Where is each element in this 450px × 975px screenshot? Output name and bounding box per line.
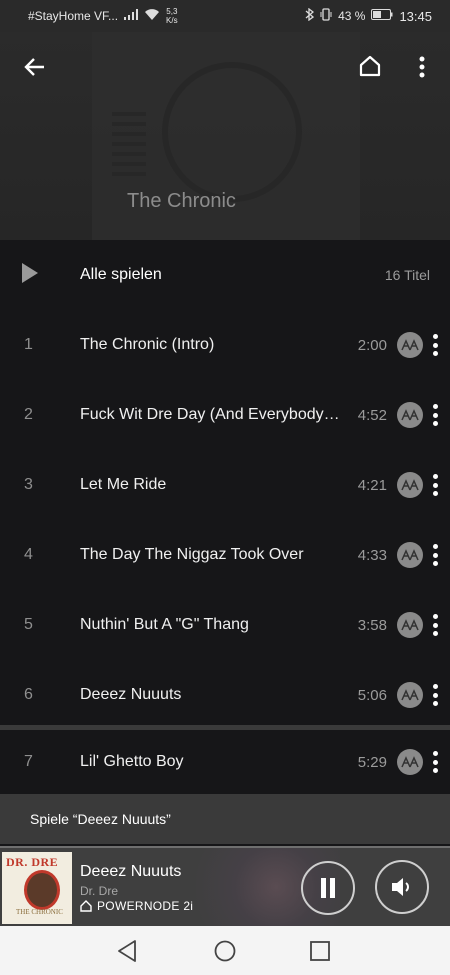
track-menu-button[interactable] (430, 544, 440, 566)
track-title: Fuck Wit Dre Day (And Everybody's... (80, 406, 342, 423)
network-speed-value: 5,3 (166, 7, 178, 16)
battery-percent: 43 % (338, 9, 366, 23)
wifi-icon (144, 8, 160, 24)
clock: 13:45 (399, 8, 432, 24)
status-bar: #StayHome VF... 5,3 K/s 43 % 13:45 (0, 0, 450, 32)
track-duration: 4:52 (357, 406, 387, 424)
home-icon (80, 900, 92, 912)
track-duration: 5:29 (357, 753, 387, 771)
network-speed-unit: K/s (166, 16, 178, 25)
now-playing-album-art[interactable]: DR. DRE THE CHRONIC (2, 852, 72, 924)
quality-badge-icon (397, 332, 423, 358)
quality-badge-icon (397, 749, 423, 775)
track-number: 6 (24, 686, 33, 703)
toast-text: Spiele “Deeez Nuuuts” (30, 811, 171, 827)
play-all-label: Alle spielen (80, 266, 162, 283)
back-arrow-icon (24, 58, 44, 76)
track-row[interactable]: 1 The Chronic (Intro) 2:00 (0, 310, 450, 380)
now-playing-device[interactable]: POWERNODE 2i (80, 899, 193, 913)
album-art-logo: DR. DRE (6, 855, 59, 869)
volume-icon (392, 878, 409, 896)
network-speed: 5,3 K/s (166, 7, 178, 25)
bluetooth-icon (305, 7, 315, 24)
volume-button[interactable] (375, 860, 429, 914)
track-menu-button[interactable] (430, 751, 440, 773)
home-button[interactable] (355, 51, 385, 81)
quality-badge-icon (397, 472, 423, 498)
quality-badge-icon (397, 682, 423, 708)
recents-nav-icon[interactable] (310, 941, 330, 966)
quality-badge-icon (397, 542, 423, 568)
now-playing-artist: Dr. Dre (80, 884, 119, 898)
track-menu-button[interactable] (430, 614, 440, 636)
track-number: 7 (24, 753, 33, 770)
more-vert-icon (419, 56, 425, 78)
track-duration: 4:33 (357, 546, 387, 564)
device-name: POWERNODE 2i (97, 899, 194, 913)
track-number: 3 (24, 476, 33, 493)
track-menu-button[interactable] (430, 404, 440, 426)
track-row[interactable]: 2 Fuck Wit Dre Day (And Everybody's... 4… (0, 380, 450, 450)
album-title: The Chronic (127, 190, 236, 212)
quality-badge-icon (397, 402, 423, 428)
pause-icon (321, 878, 335, 898)
pause-button[interactable] (301, 861, 355, 915)
signal-icon (124, 9, 139, 23)
quality-badge-icon (397, 612, 423, 638)
track-menu-button[interactable] (430, 684, 440, 706)
track-count: 16 Titel (384, 267, 430, 283)
album-art-subtitle: THE CHRONIC (16, 908, 63, 916)
track-number: 5 (24, 616, 33, 633)
track-title: Let Me Ride (80, 476, 167, 493)
track-title: Deeez Nuuuts (80, 686, 182, 703)
track-row[interactable]: 5 Nuthin' But A "G" Thang 3:58 (0, 590, 450, 660)
playback-toast: Spiele “Deeez Nuuuts” (0, 794, 450, 844)
home-icon (359, 55, 381, 77)
back-button[interactable] (20, 52, 50, 82)
system-navigation-bar (0, 926, 450, 975)
vibrate-icon (320, 8, 332, 24)
play-icon (22, 262, 38, 288)
track-title: The Day The Niggaz Took Over (80, 546, 304, 563)
track-duration: 2:00 (357, 336, 387, 354)
track-title: The Chronic (Intro) (80, 336, 215, 353)
track-duration: 5:06 (357, 686, 387, 704)
track-number: 2 (24, 406, 33, 423)
track-row[interactable]: 7 Lil' Ghetto Boy 5:29 (0, 730, 450, 794)
now-playing-title: Deeez Nuuuts (80, 863, 182, 880)
track-number: 1 (24, 336, 33, 353)
track-menu-button[interactable] (430, 334, 440, 356)
track-title: Lil' Ghetto Boy (80, 753, 184, 770)
track-duration: 3:58 (357, 616, 387, 634)
battery-icon (371, 9, 393, 23)
home-nav-icon[interactable] (214, 940, 236, 967)
track-row[interactable]: 6 Deeez Nuuuts 5:06 (0, 660, 450, 730)
track-title: Nuthin' But A "G" Thang (80, 616, 249, 633)
play-all-row[interactable]: Alle spielen 16 Titel (0, 240, 450, 310)
track-menu-button[interactable] (430, 474, 440, 496)
more-options-button[interactable] (410, 52, 434, 82)
back-nav-icon[interactable] (117, 940, 137, 967)
track-number: 4 (24, 546, 33, 563)
track-duration: 4:21 (357, 476, 387, 494)
track-row[interactable]: 4 The Day The Niggaz Took Over 4:33 (0, 520, 450, 590)
carrier-label: #StayHome VF... (28, 9, 119, 23)
track-row[interactable]: 3 Let Me Ride 4:21 (0, 450, 450, 520)
